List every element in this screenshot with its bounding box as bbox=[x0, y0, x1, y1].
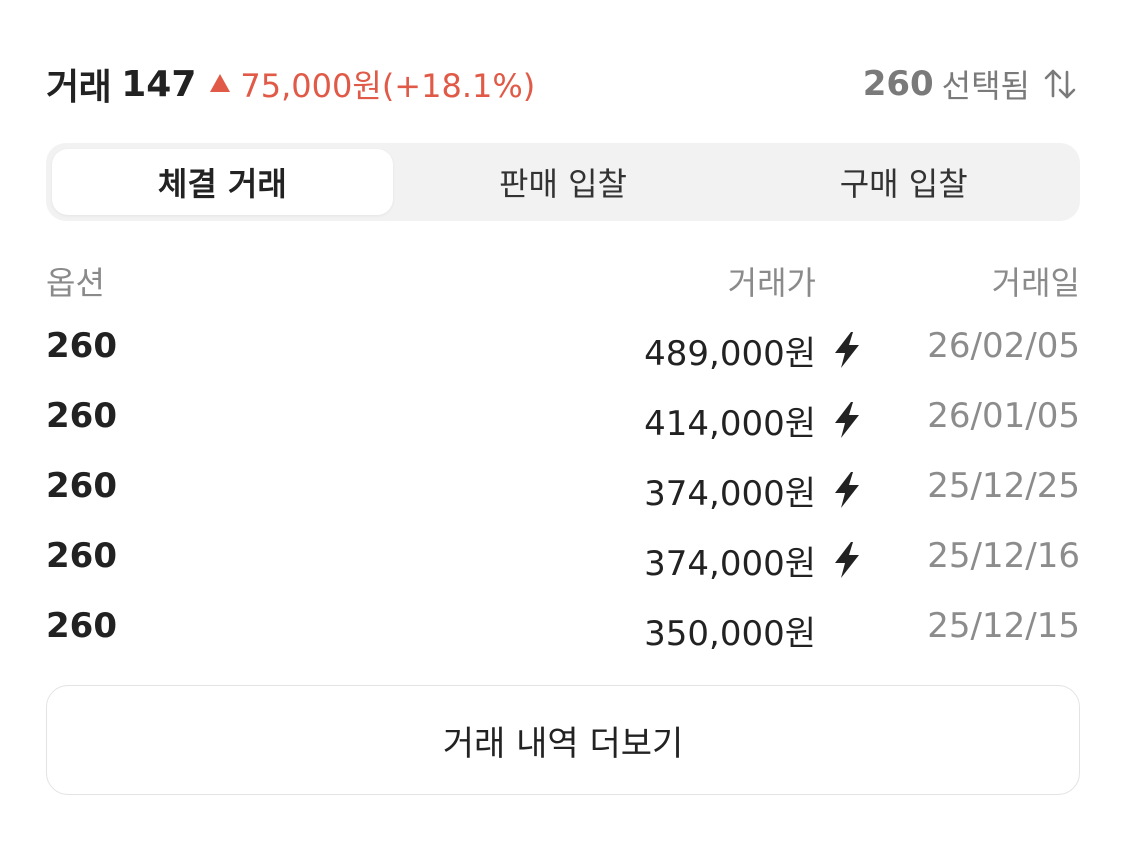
row-option: 260 bbox=[46, 326, 117, 366]
view-more-trades-button[interactable]: 거래 내역 더보기 bbox=[46, 685, 1080, 795]
bolt-icon bbox=[835, 402, 859, 438]
row-price: 374,000원 bbox=[644, 474, 816, 514]
bolt-icon bbox=[835, 472, 859, 508]
row-date: 25/12/16 bbox=[927, 536, 1080, 576]
table-header: 옵션 거래가 거래일 bbox=[46, 250, 1080, 306]
tab-completed-trades[interactable]: 체결 거래 bbox=[52, 149, 393, 215]
price-change-text: 75,000원(+18.1%) bbox=[240, 67, 536, 105]
row-date: 25/12/25 bbox=[927, 466, 1080, 506]
table-row: 260 350,000원 25/12/15 bbox=[46, 594, 1080, 664]
column-header-option: 옵션 bbox=[46, 264, 105, 302]
row-price: 414,000원 bbox=[644, 404, 816, 444]
trade-count: 147 bbox=[121, 63, 197, 105]
triangle-up-icon bbox=[210, 74, 231, 92]
table-row: 260 489,000원 26/02/05 bbox=[46, 314, 1080, 384]
selected-label: 선택됨 bbox=[941, 67, 1030, 105]
price-change: 75,000원(+18.1%) bbox=[210, 61, 535, 107]
table-row: 260 374,000원 25/12/25 bbox=[46, 454, 1080, 524]
row-option: 260 bbox=[46, 396, 117, 436]
tab-sell-bids[interactable]: 판매 입찰 bbox=[393, 149, 734, 215]
row-option: 260 bbox=[46, 606, 117, 646]
bolt-icon bbox=[835, 542, 859, 578]
row-price: 489,000원 bbox=[644, 334, 816, 374]
row-date: 25/12/15 bbox=[927, 606, 1080, 646]
tab-buy-bids[interactable]: 구매 입찰 bbox=[733, 149, 1074, 215]
sort-icon bbox=[1044, 69, 1076, 99]
row-date: 26/01/05 bbox=[927, 396, 1080, 436]
size-sort-button[interactable]: 260 선택됨 bbox=[863, 61, 1080, 107]
row-price: 350,000원 bbox=[644, 614, 816, 654]
trade-type-tabs: 체결 거래 판매 입찰 구매 입찰 bbox=[46, 143, 1080, 221]
bolt-icon bbox=[835, 332, 859, 368]
trade-summary: 거래 147 75,000원(+18.1%) bbox=[46, 58, 535, 110]
row-date: 26/02/05 bbox=[927, 326, 1080, 366]
row-option: 260 bbox=[46, 466, 117, 506]
row-price: 374,000원 bbox=[644, 544, 816, 584]
table-row: 260 414,000원 26/01/05 bbox=[46, 384, 1080, 454]
column-header-date: 거래일 bbox=[991, 264, 1080, 302]
trade-title: 거래 bbox=[46, 67, 112, 108]
selected-size: 260 bbox=[862, 64, 934, 104]
column-header-price: 거래가 bbox=[727, 264, 816, 302]
trade-summary-header: 거래 147 75,000원(+18.1%) 260 선택됨 bbox=[46, 52, 1080, 116]
table-row: 260 374,000원 25/12/16 bbox=[46, 524, 1080, 594]
row-option: 260 bbox=[46, 536, 117, 576]
trade-table-body: 260 489,000원 26/02/05 260 414,000원 26/01… bbox=[46, 314, 1080, 664]
